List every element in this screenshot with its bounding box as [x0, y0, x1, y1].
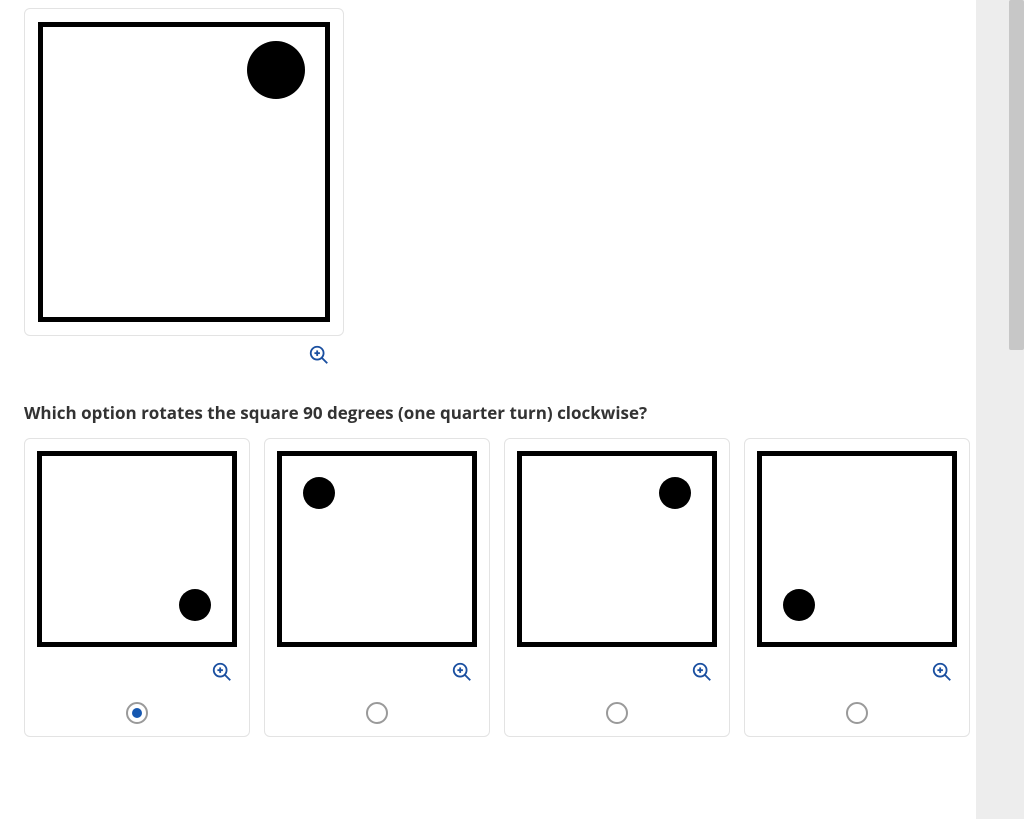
- radio-selected-dot: [132, 708, 142, 718]
- option-card-2[interactable]: [264, 438, 490, 737]
- scrollbar-thumb[interactable]: [1009, 0, 1024, 350]
- option-figure-4: [755, 449, 959, 649]
- option-card-1[interactable]: [24, 438, 250, 737]
- option-radio-4[interactable]: [846, 702, 868, 724]
- square-outline: [37, 451, 237, 647]
- zoom-in-icon[interactable]: [308, 344, 330, 371]
- option-radio-1[interactable]: [126, 702, 148, 724]
- option-figure-3: [515, 449, 719, 649]
- options-row: [24, 438, 952, 737]
- option-card-4[interactable]: [744, 438, 970, 737]
- option-figure-2: [275, 449, 479, 649]
- option-figure-1: [35, 449, 239, 649]
- option-dot: [659, 477, 691, 509]
- square-outline: [517, 451, 717, 647]
- option-dot: [303, 477, 335, 509]
- option-radio-2[interactable]: [366, 702, 388, 724]
- reference-dot: [247, 41, 305, 99]
- reference-figure: [33, 17, 335, 327]
- option-radio-3[interactable]: [606, 702, 628, 724]
- option-card-3[interactable]: [504, 438, 730, 737]
- right-sidebar: [976, 0, 1024, 819]
- option-dot: [783, 589, 815, 621]
- question-text: Which option rotates the square 90 degre…: [24, 401, 952, 424]
- zoom-in-icon[interactable]: [691, 661, 713, 688]
- option-dot: [179, 589, 211, 621]
- reference-figure-card: [24, 8, 344, 336]
- zoom-in-icon[interactable]: [451, 661, 473, 688]
- square-outline: [757, 451, 957, 647]
- zoom-in-icon[interactable]: [211, 661, 233, 688]
- zoom-in-icon[interactable]: [931, 661, 953, 688]
